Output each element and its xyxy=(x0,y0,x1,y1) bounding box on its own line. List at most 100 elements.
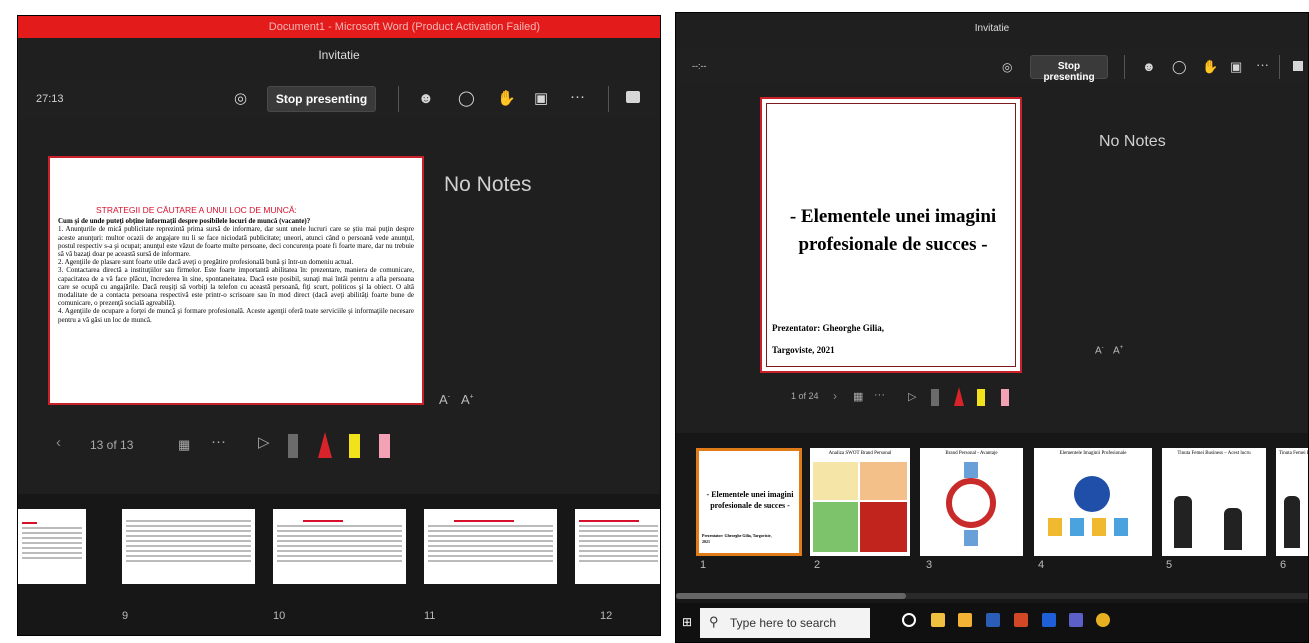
slide-question: Cum şi de unde puteţi obţine informaţii … xyxy=(58,217,311,226)
app-icon[interactable] xyxy=(1042,613,1056,627)
store-icon[interactable] xyxy=(931,613,945,627)
presentation-timer: --:-- xyxy=(692,61,707,71)
diagram-box xyxy=(964,462,978,478)
increase-font-button[interactable]: A+ xyxy=(1113,345,1123,356)
yellow-highlighter-icon[interactable] xyxy=(349,434,360,458)
stop-presenting-button[interactable]: Stop presenting xyxy=(1030,55,1108,83)
slide-place-year: Targoviste, 2021 xyxy=(772,345,835,355)
slide-thumbnail-strip: 9 10 11 12 xyxy=(18,494,660,635)
thumbnail-number: 6 xyxy=(1280,559,1287,571)
slide-thumbnail[interactable] xyxy=(122,509,255,584)
search-icon: ⚲ xyxy=(709,614,719,629)
more-options-icon[interactable]: ··· xyxy=(211,434,226,450)
left-presenter-window: Document1 - Microsoft Word (Product Acti… xyxy=(17,15,661,636)
suit-figure xyxy=(1224,508,1242,550)
right-presenter-window: Invitatie --:-- ◎ Stop presenting ☻ ◯ ✋ … xyxy=(675,12,1309,643)
all-slides-icon[interactable]: ▦ xyxy=(853,389,863,405)
all-slides-icon[interactable]: ▦ xyxy=(178,437,190,453)
swot-cell xyxy=(813,462,858,500)
slide-thumbnail[interactable] xyxy=(18,509,86,584)
diagram-box xyxy=(964,530,978,546)
slide-thumbnail-current[interactable]: - Elementele unei imagini profesionale d… xyxy=(696,448,802,556)
thumbnail-title: Elementele Imaginii Profesionale xyxy=(1059,451,1127,456)
eraser-icon[interactable] xyxy=(288,434,298,458)
chrome-icon[interactable] xyxy=(1096,613,1110,627)
teams-icon[interactable] xyxy=(1069,613,1083,627)
thumbnail-title: Brand Personal - Avantaje xyxy=(945,451,998,456)
eye-icon[interactable]: ◎ xyxy=(1002,59,1012,75)
meeting-title: Invitatie xyxy=(974,23,1010,34)
next-slide-icon[interactable]: › xyxy=(833,388,837,404)
diagram-circle xyxy=(1074,476,1110,512)
previous-slide-icon[interactable]: ‹ xyxy=(56,435,61,451)
font-decrease-label: A xyxy=(1095,345,1102,357)
stop-presenting-button[interactable]: Stop presenting xyxy=(267,86,376,112)
red-pen-icon[interactable] xyxy=(318,432,332,458)
word-title-bar: Document1 - Microsoft Word (Product Acti… xyxy=(18,16,660,38)
file-explorer-icon[interactable] xyxy=(958,613,972,627)
yellow-highlighter-icon[interactable] xyxy=(977,389,985,406)
people-icon[interactable]: ☻ xyxy=(1142,59,1156,75)
task-view-icon[interactable] xyxy=(902,613,916,627)
increase-font-button[interactable]: A+ xyxy=(461,392,474,407)
red-pen-icon[interactable] xyxy=(954,387,964,406)
thumbnail-title: Tinuta Femei Business xyxy=(1279,451,1308,456)
slide-thumbnail[interactable]: Elementele Imaginii Profesionale xyxy=(1034,448,1152,556)
eraser-icon[interactable] xyxy=(931,389,939,406)
thumbnail-number: 11 xyxy=(424,610,436,622)
more-icon[interactable]: ··· xyxy=(570,89,585,105)
speaker-notes: No Notes xyxy=(1099,133,1166,150)
camera-icon[interactable] xyxy=(1293,61,1303,71)
slide-thumbnail[interactable]: Brand Personal - Avantaje xyxy=(920,448,1023,556)
toolbar-divider xyxy=(398,86,399,112)
raise-hand-icon[interactable]: ✋ xyxy=(1202,59,1218,75)
toolbar-divider xyxy=(1279,55,1280,79)
diagram-box xyxy=(1048,518,1062,536)
more-options-icon[interactable]: ··· xyxy=(874,387,885,403)
chat-icon[interactable]: ◯ xyxy=(1172,59,1187,75)
chat-icon[interactable]: ◯ xyxy=(458,91,475,107)
slide-thumbnail[interactable]: Analiza SWOT Brand Personal xyxy=(810,448,910,556)
slide-paragraph: 4. Agenţiile de ocupare a forţei de munc… xyxy=(58,307,414,324)
slide-counter: 1 of 24 xyxy=(791,391,819,401)
laser-pointer-icon[interactable]: ▷ xyxy=(258,435,270,451)
layout-icon[interactable]: ▣ xyxy=(534,91,548,107)
slide-paragraph: 1. Anunţurile de mică publicitate reprez… xyxy=(58,225,414,259)
slide-thumbnail[interactable]: Tinuta Femei Business xyxy=(1276,448,1308,556)
presenter-toolbar: 27:13 ◎ Stop presenting ☻ ◯ ✋ ▣ ··· xyxy=(18,80,660,118)
layout-icon[interactable]: ▣ xyxy=(1230,59,1242,75)
slide-thumbnail[interactable] xyxy=(273,509,406,584)
decrease-font-button[interactable]: A- xyxy=(439,392,450,407)
laser-pointer-icon[interactable]: ▷ xyxy=(908,389,916,405)
thumbnail-subtitle: Prezentator: Gheorghe Gilia, Targoviste,… xyxy=(702,533,772,544)
slide-thumbnail[interactable] xyxy=(575,509,660,584)
taskbar-search-input[interactable]: ⚲ Type here to search xyxy=(700,608,870,638)
slide-title: - Elementele unei imagini profesionale d… xyxy=(789,206,997,255)
speaker-notes: No Notes xyxy=(444,173,532,196)
people-icon[interactable]: ☻ xyxy=(418,91,434,107)
eye-icon[interactable]: ◎ xyxy=(234,91,247,107)
word-icon[interactable] xyxy=(986,613,1000,627)
pink-highlighter-icon[interactable] xyxy=(379,434,390,458)
pink-highlighter-icon[interactable] xyxy=(1001,389,1009,406)
swot-cell xyxy=(813,502,858,552)
slide-thumbnail-strip: - Elementele unei imagini profesionale d… xyxy=(676,433,1308,605)
powerpoint-icon[interactable] xyxy=(1014,613,1028,627)
slide-presenter: Prezentator: Gheorghe Gilia, xyxy=(772,323,885,333)
toolbar-divider xyxy=(1124,55,1125,79)
thumbnail-number: 4 xyxy=(1038,559,1045,571)
slide-thumbnail[interactable] xyxy=(424,509,557,584)
windows-start-icon[interactable]: ⊞ xyxy=(682,614,692,630)
camera-icon[interactable] xyxy=(626,91,640,103)
slide-heading: STRATEGII DE CĂUTARE A UNUI LOC DE MUNCĂ… xyxy=(96,205,297,215)
more-icon[interactable]: ··· xyxy=(1256,57,1269,73)
thumbnail-title: - Elementele unei imagini profesionale d… xyxy=(706,490,794,510)
thumbnail-number: 5 xyxy=(1166,559,1173,571)
thumbnail-scrollbar[interactable] xyxy=(676,593,1308,599)
slide-thumbnail[interactable]: Tinuta Femei Business – Acest lucru xyxy=(1162,448,1266,556)
raise-hand-icon[interactable]: ✋ xyxy=(497,91,516,107)
font-increase-label: A xyxy=(461,392,470,407)
scrollbar-thumb[interactable] xyxy=(676,593,906,599)
presentation-timer: 27:13 xyxy=(36,93,64,105)
decrease-font-button[interactable]: A- xyxy=(1095,345,1104,356)
